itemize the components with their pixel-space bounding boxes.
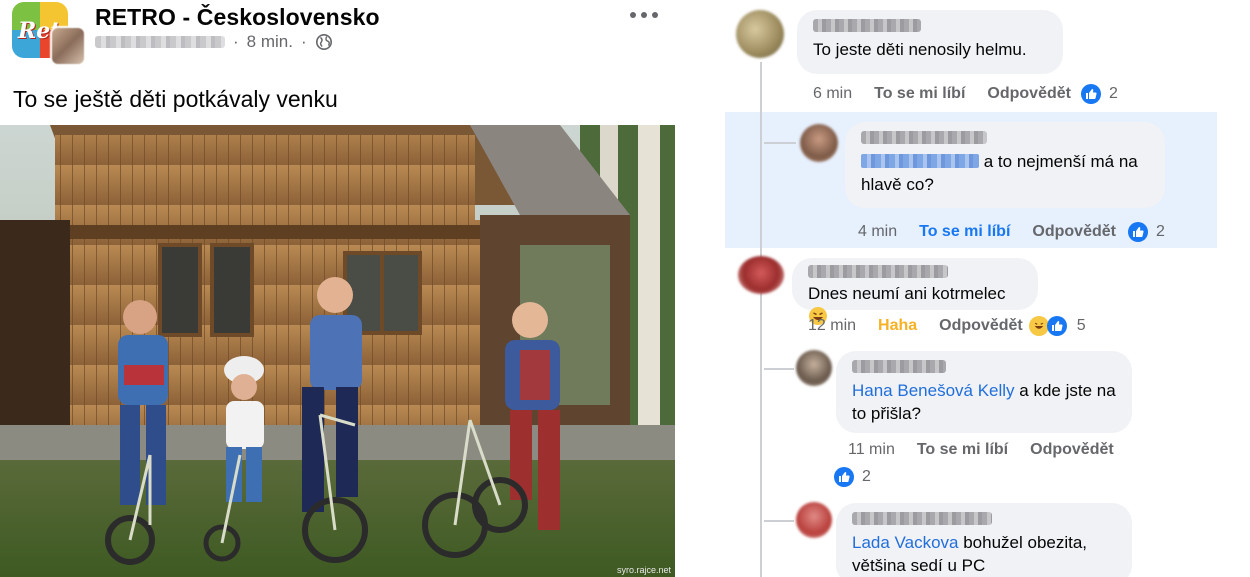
like-button[interactable]: To se mi líbí — [917, 441, 1008, 459]
reaction-count-number: 2 — [862, 468, 871, 485]
thread-branch — [764, 368, 794, 370]
reaction-count-number: 2 — [1108, 85, 1118, 102]
comment-actions: 6 min To se mi líbí Odpovědět 2 — [813, 84, 1118, 104]
thread-branch — [764, 142, 796, 144]
reply-button[interactable]: Odpovědět — [987, 85, 1071, 103]
reaction-count[interactable]: 2 — [1127, 222, 1165, 242]
reply-button[interactable]: Odpovědět — [1030, 441, 1114, 459]
reply-button[interactable]: Odpovědět — [939, 317, 1023, 335]
reaction-count-number: 2 — [1155, 223, 1165, 240]
comment-bubble: Lada Vackova bohužel obezita, většina se… — [836, 503, 1132, 577]
like-icon — [1127, 222, 1148, 242]
comment-bubble: To jeste děti nenosily helmu. — [797, 10, 1063, 74]
comment-bubble: Dnes neumí ani kotrmelec — [792, 258, 1038, 325]
commenter-avatar[interactable] — [796, 350, 832, 386]
comment-time[interactable]: 6 min — [813, 85, 852, 103]
commenter-avatar[interactable] — [736, 10, 784, 58]
post-text: To se ještě děti potkávaly venku — [13, 86, 338, 112]
photo-illustration — [0, 125, 675, 577]
haha-icon — [1028, 316, 1049, 336]
photo-watermark: syro.rajce.net — [616, 565, 671, 575]
comment-actions: 12 min Haha Odpovědět 5 — [808, 316, 1086, 336]
reaction-count[interactable]: 2 — [1080, 84, 1118, 104]
comment-time[interactable]: 12 min — [808, 317, 856, 335]
comment-bubble: a to nejmenší má na hlavě co? — [845, 122, 1165, 208]
poster-avatar[interactable] — [50, 26, 86, 66]
commenter-name-blurred[interactable] — [852, 360, 946, 373]
reaction-count-number: 5 — [1076, 317, 1086, 334]
mention-link[interactable]: Hana Benešová Kelly — [852, 381, 1015, 400]
poster-name-blurred[interactable] — [95, 36, 225, 48]
reaction-count[interactable]: 2 — [834, 467, 871, 487]
comment-time[interactable]: 11 min — [848, 441, 895, 459]
comment-time[interactable]: 4 min — [858, 223, 897, 241]
commenter-avatar[interactable] — [738, 256, 784, 294]
commenter-name-blurred[interactable] — [852, 512, 992, 525]
post-meta: · 8 min. · — [95, 32, 333, 52]
post-time[interactable]: 8 min. — [247, 32, 293, 52]
meta-separator: · — [233, 32, 239, 51]
haha-button[interactable]: Haha — [878, 317, 917, 335]
more-icon[interactable] — [630, 8, 662, 22]
page-avatar[interactable]: Ret — [12, 2, 86, 66]
like-icon — [1046, 316, 1067, 336]
reply-button[interactable]: Odpovědět — [1032, 223, 1116, 241]
like-button[interactable]: To se mi líbí — [874, 85, 965, 103]
page-name[interactable]: RETRO - Československo — [95, 4, 380, 31]
post: Ret RETRO - Československo · 8 min. · To… — [0, 0, 680, 577]
comment-body: Dnes neumí ani kotrmelec — [808, 284, 1006, 303]
globe-icon — [315, 33, 332, 51]
comment-text: a to nejmenší má na hlavě co? — [861, 150, 1149, 196]
comment-text: To jeste děti nenosily helmu. — [813, 40, 1027, 59]
commenter-name-blurred[interactable] — [813, 19, 921, 32]
facebook-screenshot: Ret RETRO - Československo · 8 min. · To… — [0, 0, 1250, 577]
commenter-avatar[interactable] — [800, 124, 838, 162]
comment-text: Lada Vackova bohužel obezita, většina se… — [852, 531, 1116, 577]
mention-link[interactable]: Lada Vackova — [852, 533, 958, 552]
like-button[interactable]: To se mi líbí — [919, 223, 1010, 241]
like-icon — [1080, 84, 1101, 104]
thread-line — [760, 62, 762, 577]
comment-text: Hana Benešová Kelly a kde jste na to při… — [852, 379, 1116, 425]
thread-branch — [764, 520, 794, 522]
post-photo[interactable]: syro.rajce.net — [0, 125, 675, 577]
like-icon — [834, 467, 854, 487]
meta-separator: · — [300, 32, 307, 51]
reaction-count[interactable]: 5 — [1028, 316, 1086, 336]
mention-blurred[interactable] — [861, 154, 979, 168]
commenter-name-blurred[interactable] — [808, 265, 948, 278]
comment-bubble: Hana Benešová Kelly a kde jste na to při… — [836, 351, 1132, 433]
commenter-avatar[interactable] — [796, 502, 832, 538]
comment-actions: 4 min To se mi líbí Odpovědět 2 — [858, 222, 1165, 242]
reaction-row: 2 — [834, 467, 871, 487]
commenter-name-blurred[interactable] — [861, 131, 987, 144]
comment-actions: 11 min To se mi líbí Odpovědět — [848, 441, 1136, 459]
